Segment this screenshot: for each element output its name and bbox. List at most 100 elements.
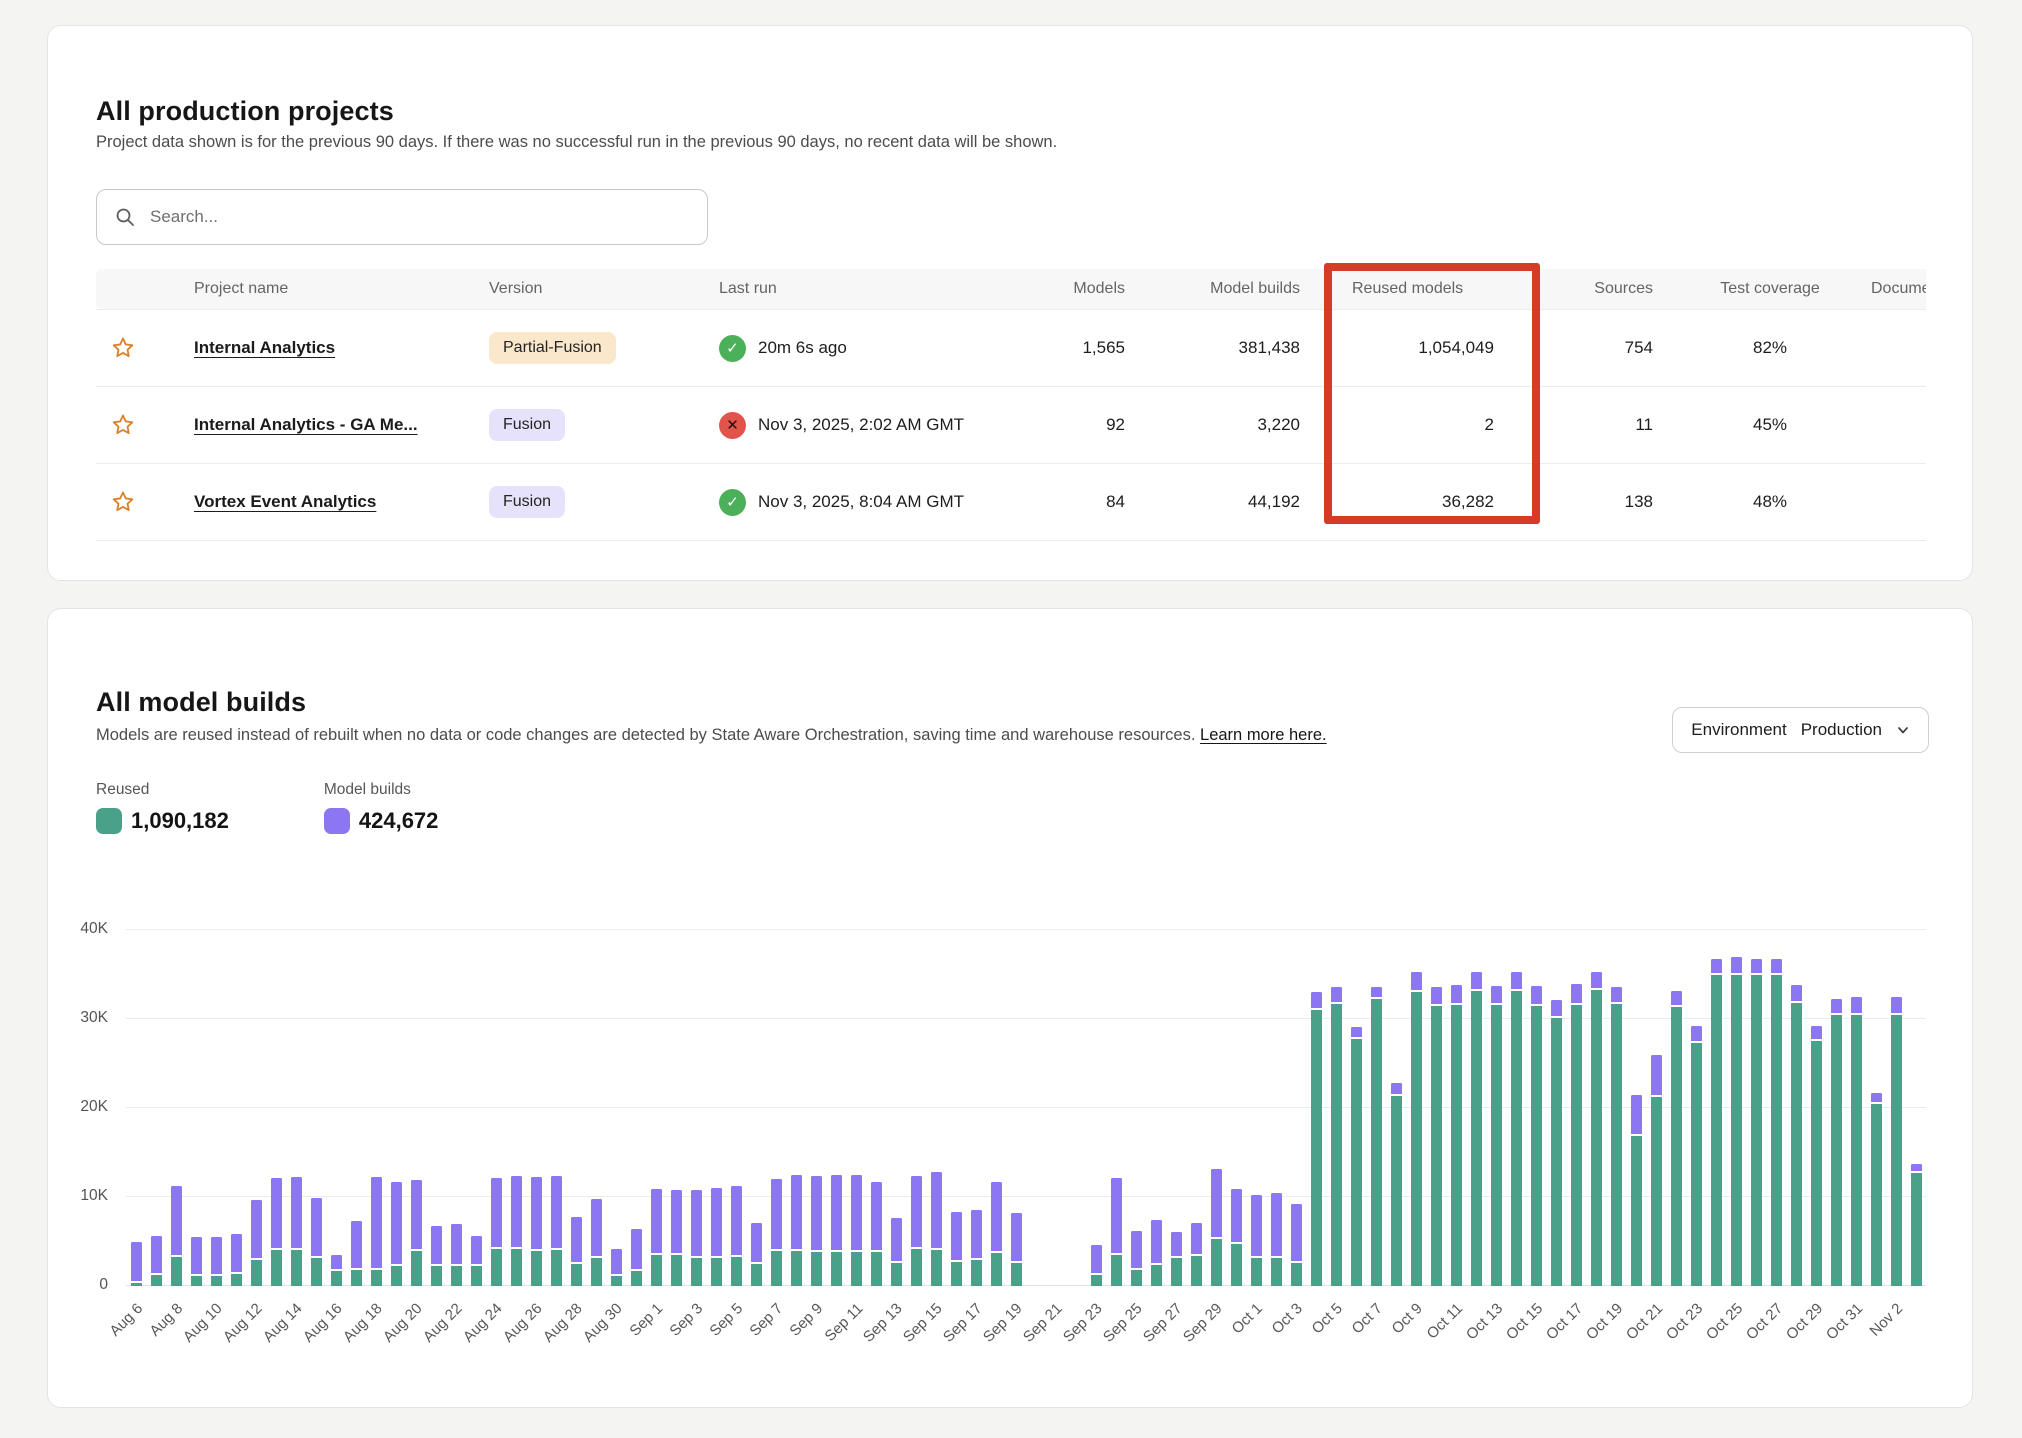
bar-reused-Oct 30[interactable] [1831,1015,1842,1286]
bar-builds-Aug 21[interactable] [431,1226,442,1267]
search-input[interactable] [148,206,689,228]
bar-reused-Sep 16[interactable] [951,1262,962,1286]
bar-reused-Sep 2[interactable] [671,1255,682,1286]
bar-reused-Sep 1[interactable] [651,1255,662,1286]
bar-builds-Oct 1[interactable] [1251,1195,1262,1257]
project-name-link[interactable]: Internal Analytics - GA Me... [194,415,418,434]
bar-builds-Aug 20[interactable] [411,1180,422,1251]
bar-reused-Aug 30[interactable] [611,1276,622,1286]
bar-reused-Aug 10[interactable] [211,1276,222,1286]
bar-reused-Oct 1[interactable] [1251,1258,1262,1287]
bar-builds-Oct 11[interactable] [1451,985,1462,1005]
bar-reused-Sep 15[interactable] [931,1250,942,1286]
bar-reused-Sep 17[interactable] [971,1260,982,1286]
bar-reused-Oct 28[interactable] [1791,1003,1802,1286]
bar-reused-Nov 2[interactable] [1891,1015,1902,1286]
bar-reused-Sep 7[interactable] [771,1251,782,1286]
bar-reused-Sep 13[interactable] [891,1263,902,1286]
bar-reused-Aug 18[interactable] [371,1270,382,1287]
bar-builds-Sep 30[interactable] [1231,1189,1242,1244]
bar-reused-Aug 25[interactable] [511,1249,522,1286]
bar-reused-Aug 17[interactable] [351,1270,362,1286]
bar-reused-Sep 14[interactable] [911,1249,922,1286]
bar-reused-Oct 3[interactable] [1291,1263,1302,1286]
bar-reused-Oct 15[interactable] [1531,1006,1542,1286]
bar-builds-Sep 26[interactable] [1151,1220,1162,1265]
bar-reused-Oct 6[interactable] [1351,1039,1362,1286]
bar-builds-Oct 16[interactable] [1551,1000,1562,1018]
bar-builds-Aug 31[interactable] [631,1229,642,1271]
bar-reused-Sep 19[interactable] [1011,1263,1022,1286]
bar-reused-Aug 15[interactable] [311,1258,322,1287]
bar-reused-Aug 13[interactable] [271,1250,282,1286]
bar-builds-Oct 25[interactable] [1731,957,1742,975]
environment-select[interactable]: Environment Production [1672,707,1929,753]
bar-builds-Sep 10[interactable] [831,1175,842,1252]
bar-builds-Sep 3[interactable] [691,1190,702,1258]
bar-builds-Sep 14[interactable] [911,1176,922,1249]
bar-builds-Sep 5[interactable] [731,1186,742,1256]
bar-builds-Oct 23[interactable] [1691,1026,1702,1043]
bar-reused-Sep 28[interactable] [1191,1256,1202,1286]
bar-builds-Oct 5[interactable] [1331,987,1342,1004]
bar-builds-Oct 19[interactable] [1611,987,1622,1004]
bar-builds-Sep 16[interactable] [951,1212,962,1262]
bar-builds-Oct 20[interactable] [1631,1095,1642,1136]
bar-builds-Sep 4[interactable] [711,1188,722,1258]
bar-builds-Sep 13[interactable] [891,1218,902,1263]
bar-reused-Oct 14[interactable] [1511,991,1522,1286]
bar-builds-Aug 13[interactable] [271,1178,282,1250]
bar-builds-Sep 1[interactable] [651,1189,662,1255]
bar-builds-Aug 24[interactable] [491,1178,502,1248]
bar-reused-Oct 11[interactable] [1451,1005,1462,1286]
bar-builds-Nov 3[interactable] [1911,1164,1922,1173]
bar-builds-Sep 6[interactable] [751,1223,762,1264]
bar-reused-Oct 4[interactable] [1311,1010,1322,1286]
bar-builds-Aug 28[interactable] [571,1217,582,1263]
col-project-name[interactable]: Project name [186,280,481,298]
bar-reused-Sep 24[interactable] [1111,1255,1122,1286]
bar-builds-Aug 30[interactable] [611,1249,622,1277]
col-documentation[interactable]: Documentation [1863,280,1926,298]
bar-builds-Aug 22[interactable] [451,1224,462,1266]
bar-builds-Oct 3[interactable] [1291,1204,1302,1263]
bar-builds-Oct 24[interactable] [1711,959,1722,976]
bar-reused-Sep 3[interactable] [691,1258,702,1287]
bar-reused-Oct 9[interactable] [1411,992,1422,1286]
bar-reused-Oct 18[interactable] [1591,990,1602,1286]
bar-reused-Sep 23[interactable] [1091,1275,1102,1286]
bar-builds-Sep 19[interactable] [1011,1213,1022,1263]
bar-reused-Aug 11[interactable] [231,1274,242,1287]
bar-builds-Oct 28[interactable] [1791,985,1802,1003]
bar-reused-Oct 23[interactable] [1691,1043,1702,1286]
bar-reused-Aug 26[interactable] [531,1251,542,1286]
bar-reused-Aug 19[interactable] [391,1266,402,1287]
bar-builds-Oct 26[interactable] [1751,959,1762,976]
bar-reused-Oct 22[interactable] [1671,1007,1682,1287]
favorite-star-button[interactable] [110,335,136,361]
bar-reused-Aug 12[interactable] [251,1260,262,1286]
bar-builds-Aug 17[interactable] [351,1221,362,1270]
bar-reused-Aug 27[interactable] [551,1250,562,1286]
bar-reused-Sep 18[interactable] [991,1253,1002,1286]
bar-reused-Aug 23[interactable] [471,1266,482,1287]
col-test-coverage[interactable]: Test coverage [1677,280,1863,298]
bar-reused-Oct 16[interactable] [1551,1018,1562,1286]
bar-builds-Aug 12[interactable] [251,1200,262,1261]
bar-reused-Aug 21[interactable] [431,1266,442,1286]
bar-builds-Oct 18[interactable] [1591,972,1602,990]
bar-reused-Aug 16[interactable] [331,1271,342,1286]
learn-more-link[interactable]: Learn more here. [1200,726,1327,744]
bar-builds-Oct 14[interactable] [1511,972,1522,992]
bar-builds-Aug 25[interactable] [511,1176,522,1249]
bar-reused-Aug 31[interactable] [631,1271,642,1286]
bar-builds-Oct 4[interactable] [1311,992,1322,1010]
bar-builds-Sep 25[interactable] [1131,1231,1142,1271]
project-name-link[interactable]: Vortex Event Analytics [194,492,376,511]
bar-reused-Sep 12[interactable] [871,1252,882,1286]
bar-reused-Oct 27[interactable] [1771,975,1782,1286]
bar-builds-Aug 6[interactable] [131,1242,142,1284]
col-last-run[interactable]: Last run [711,280,1031,298]
bar-reused-Aug 22[interactable] [451,1266,462,1287]
bar-builds-Sep 12[interactable] [871,1182,882,1252]
